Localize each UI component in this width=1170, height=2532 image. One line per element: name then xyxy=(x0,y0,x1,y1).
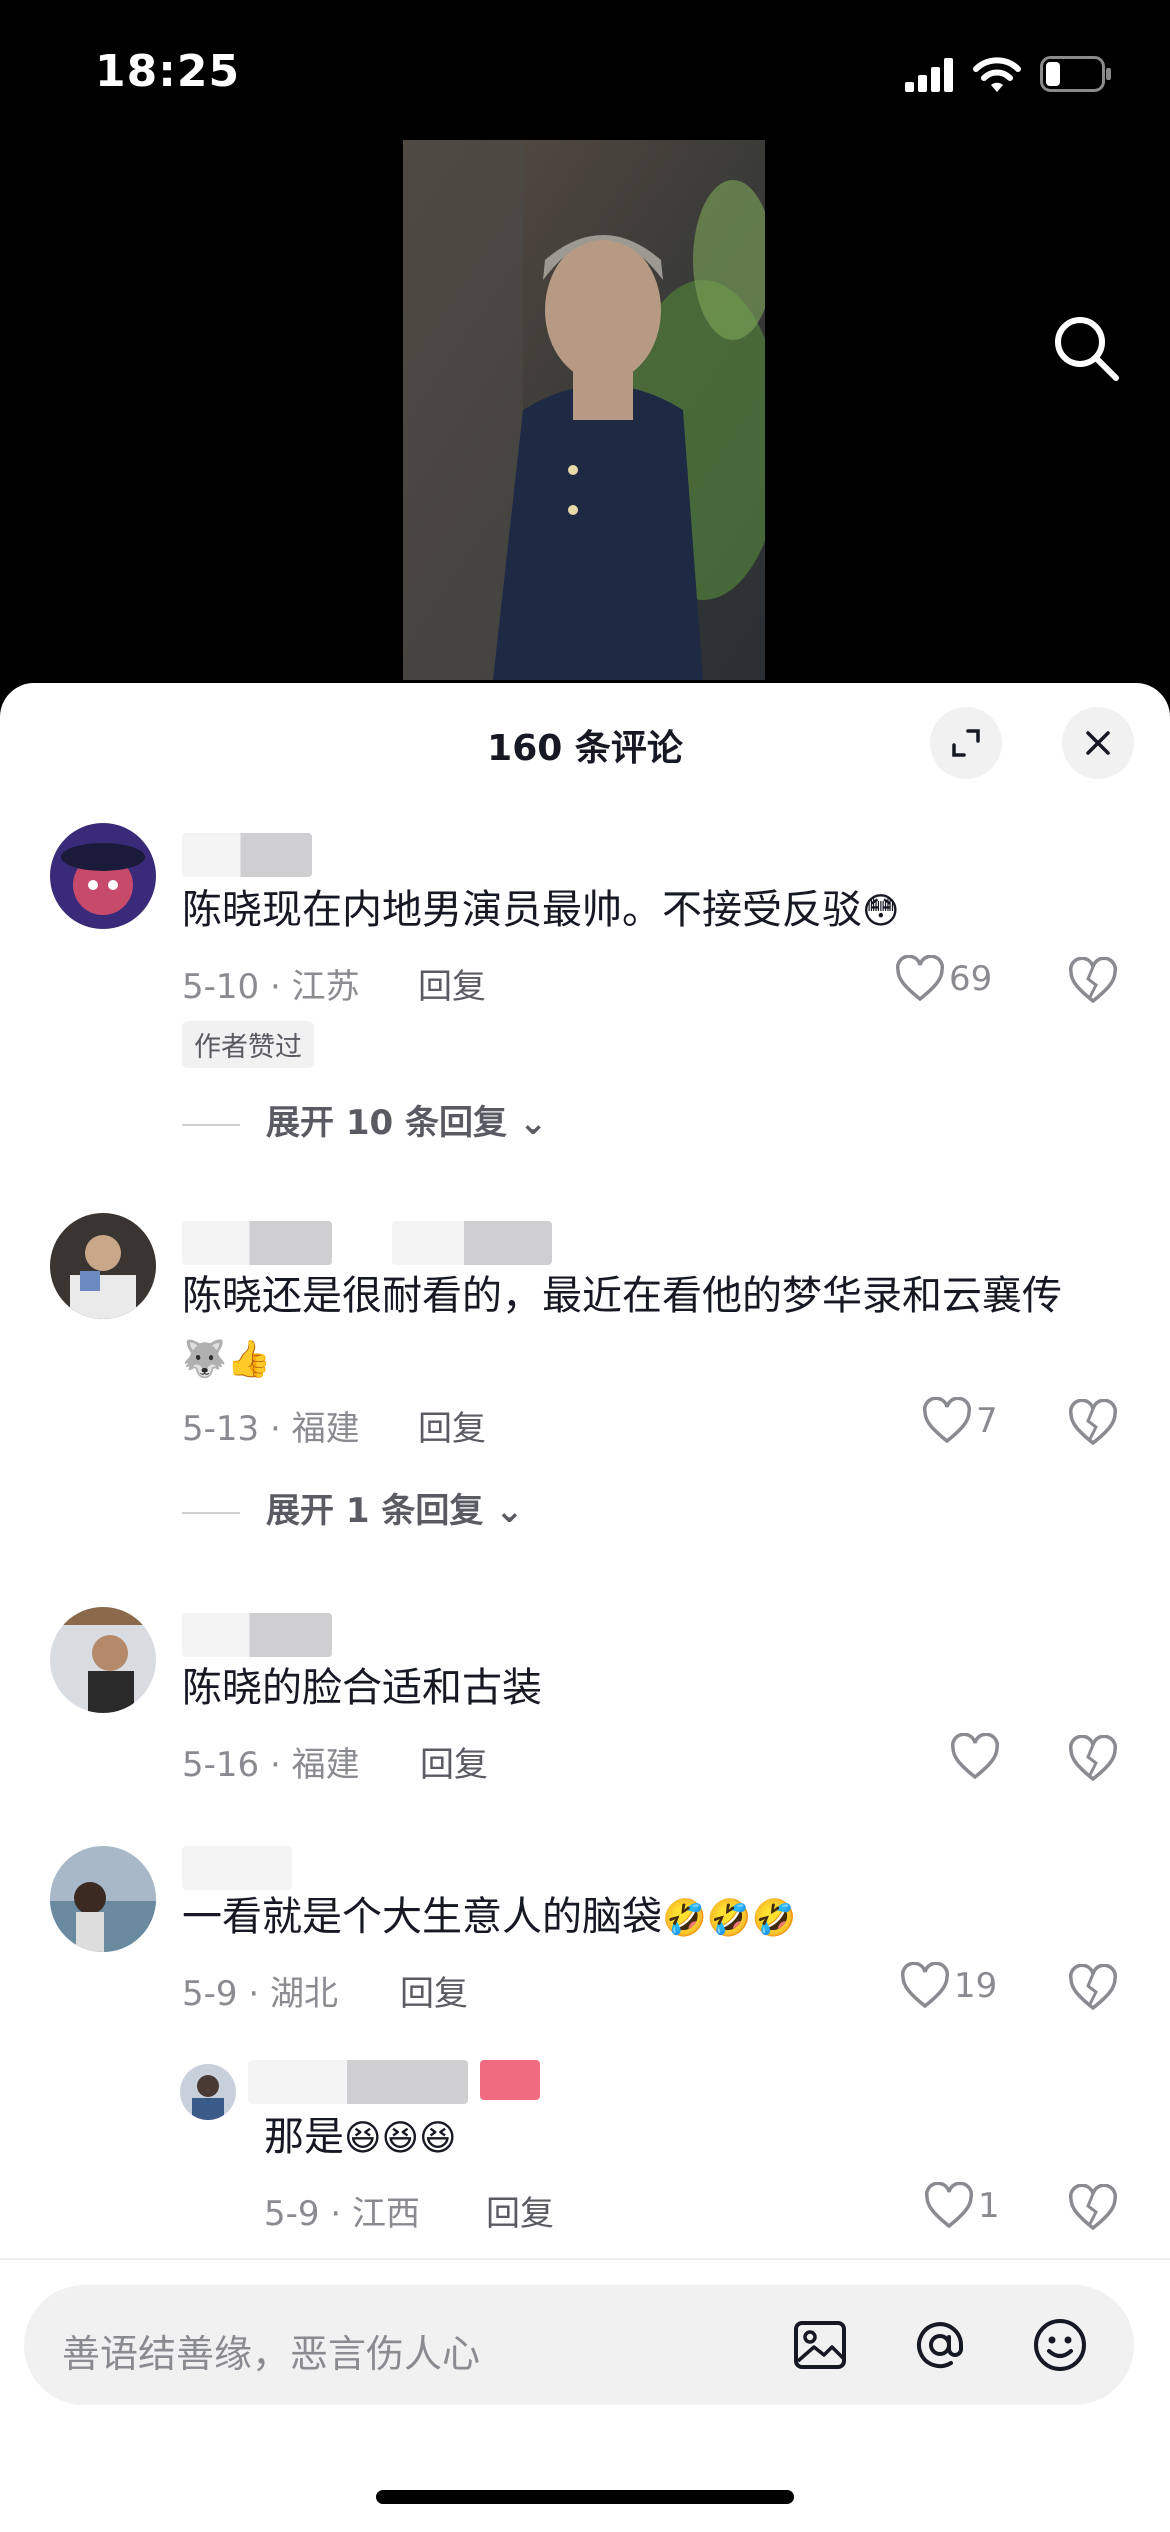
like-count: 19 xyxy=(954,1966,998,2006)
broken-heart-icon[interactable] xyxy=(1068,1735,1118,1783)
like-button[interactable]: 69 xyxy=(895,954,993,1005)
username-masked[interactable] xyxy=(182,1613,332,1657)
broken-heart-icon[interactable] xyxy=(1068,1399,1118,1447)
emoji-icon[interactable] xyxy=(1030,2315,1090,2375)
like-button[interactable]: 19 xyxy=(900,1961,998,2012)
at-icon[interactable] xyxy=(910,2315,970,2375)
comment-sheet: 160 条评论 陈晓现在内地男演员最帅。不接受反驳😳 5-10 · 江苏 回复 … xyxy=(0,683,1170,2532)
close-icon xyxy=(1086,731,1110,755)
divider-line xyxy=(182,1511,240,1514)
cellular-signal-icon xyxy=(905,58,953,92)
home-indicator[interactable] xyxy=(376,2490,794,2504)
reply-username-masked[interactable] xyxy=(248,2060,468,2104)
avatar[interactable] xyxy=(50,823,156,929)
comment-date-location: 5-13 · 福建 xyxy=(182,1409,360,1449)
close-sheet-button[interactable] xyxy=(1062,707,1134,779)
wifi-icon xyxy=(973,57,1021,92)
comment-input[interactable]: 善语结善缘，恶言伤人心 xyxy=(24,2285,1134,2405)
heart-icon xyxy=(924,2181,974,2229)
reply-date-location: 5-9 · 江西 xyxy=(264,2194,420,2234)
expand-icon xyxy=(952,729,980,757)
username-masked[interactable] xyxy=(182,833,312,877)
broken-heart-icon[interactable] xyxy=(1068,1964,1118,2012)
like-count: 1 xyxy=(978,2186,1000,2226)
status-bar: 18:25 xyxy=(0,0,1170,140)
avatar[interactable] xyxy=(50,1846,156,1952)
heart-icon xyxy=(950,1732,1000,1780)
video-player[interactable] xyxy=(0,140,1170,700)
reply-author-tag xyxy=(480,2060,540,2100)
comment-emoji: 🤣🤣🤣 xyxy=(662,1898,797,1939)
username-masked[interactable] xyxy=(182,1221,332,1265)
heart-icon xyxy=(900,1961,950,2009)
comment-date-location: 5-9 · 湖北 xyxy=(182,1974,338,2014)
avatar[interactable] xyxy=(50,1607,156,1713)
reply-avatar[interactable] xyxy=(180,2064,236,2120)
comment-date-location: 5-10 · 江苏 xyxy=(182,967,360,1007)
like-button[interactable]: 1 xyxy=(924,2181,1000,2232)
chevron-down-icon: ⌄ xyxy=(507,1103,548,1143)
like-count: 69 xyxy=(949,959,993,999)
broken-heart-icon[interactable] xyxy=(1068,957,1118,1005)
status-time: 18:25 xyxy=(95,46,241,97)
divider-line xyxy=(182,1123,240,1126)
reply-text: 那是😆😆😆 xyxy=(264,2114,457,2160)
username-masked[interactable] xyxy=(182,1846,292,1890)
reply-emoji: 😆😆😆 xyxy=(344,2118,457,2159)
search-icon[interactable] xyxy=(1048,310,1124,386)
username-masked-2 xyxy=(392,1221,552,1265)
comment-date-location: 5-16 · 福建 xyxy=(182,1745,360,1785)
chevron-down-icon: ⌄ xyxy=(483,1491,524,1531)
heart-icon xyxy=(895,954,945,1002)
expand-replies-button[interactable]: 展开 1 条回复 ⌄ xyxy=(182,1483,524,1532)
broken-heart-icon[interactable] xyxy=(1068,2184,1118,2232)
like-button[interactable]: 7 xyxy=(922,1396,998,1447)
reply-button[interactable]: 回复 xyxy=(486,2186,554,2235)
input-placeholder: 善语结善缘，恶言伤人心 xyxy=(62,2332,481,2376)
comment-text: 陈晓还是很耐看的，最近在看他的梦华录和云襄传🐺👍 xyxy=(182,1273,1062,1380)
expand-replies-button[interactable]: 展开 10 条回复 ⌄ xyxy=(182,1095,547,1144)
battery-icon xyxy=(1040,56,1111,92)
heart-icon xyxy=(922,1396,972,1444)
comment-text: 一看就是个大生意人的脑袋🤣🤣🤣 xyxy=(182,1894,797,1940)
comment-emoji: 🐺👍 xyxy=(182,1339,272,1380)
video-thumbnail[interactable] xyxy=(403,140,765,680)
image-icon[interactable] xyxy=(790,2315,850,2375)
input-divider xyxy=(0,2258,1170,2260)
reply-button[interactable]: 回复 xyxy=(400,1966,468,2015)
avatar[interactable] xyxy=(50,1213,156,1319)
like-button[interactable] xyxy=(950,1732,1004,1783)
like-count: 7 xyxy=(976,1401,998,1441)
reply-button[interactable]: 回复 xyxy=(420,1737,488,1786)
expand-sheet-button[interactable] xyxy=(930,707,1002,779)
comment-text: 陈晓的脸合适和古装 xyxy=(182,1665,542,1711)
comment-text: 陈晓现在内地男演员最帅。不接受反驳😳 xyxy=(182,887,900,933)
reply-button[interactable]: 回复 xyxy=(418,1401,486,1450)
reply-button[interactable]: 回复 xyxy=(418,959,486,1008)
comment-emoji: 😳 xyxy=(862,891,900,932)
author-liked-badge: 作者赞过 xyxy=(182,1021,314,1068)
